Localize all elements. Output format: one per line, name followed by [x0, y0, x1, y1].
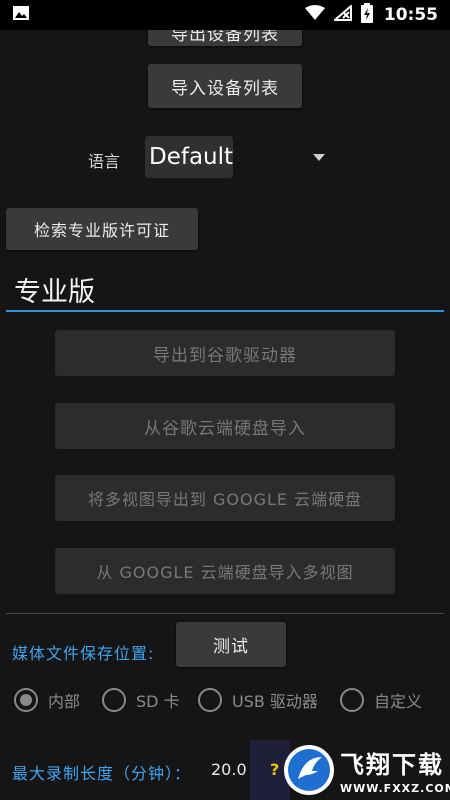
max-recording-value[interactable]: 20.0	[211, 760, 247, 779]
retrieve-license-button[interactable]: 检索专业版许可证	[6, 208, 198, 250]
radio-unchecked-icon	[198, 688, 222, 712]
export-multiview-button[interactable]: 将多视图导出到 GOOGLE 云端硬盘	[55, 475, 395, 521]
radio-unchecked-icon	[102, 688, 126, 712]
import-device-list-button[interactable]: 导入设备列表	[148, 64, 302, 108]
signal-icon	[332, 3, 352, 25]
radio-label: SD 卡	[136, 692, 180, 711]
watermark-title: 飞翔下载	[340, 751, 444, 779]
import-from-google-drive-button[interactable]: 从谷歌云端硬盘导入	[55, 403, 395, 449]
pro-section-title: 专业版	[14, 277, 95, 308]
status-bar: 10:55	[0, 0, 450, 30]
radio-label: USB 驱动器	[232, 692, 318, 711]
status-time: 10:55	[383, 5, 438, 25]
language-select[interactable]: Default	[145, 136, 233, 178]
radio-custom[interactable]: 自定义	[340, 688, 422, 712]
image-icon	[12, 5, 30, 25]
battery-charging-icon	[360, 3, 373, 27]
watermark-url: WWW.FXXZ.COM	[340, 782, 450, 795]
pro-section-header: 专业版	[6, 262, 444, 312]
media-location-label: 媒体文件保存位置:	[12, 644, 155, 663]
radio-unchecked-icon	[340, 688, 364, 712]
max-recording-label: 最大录制长度（分钟）：	[12, 764, 192, 783]
import-multiview-button[interactable]: 从 GOOGLE 云端硬盘导入多视图	[55, 548, 395, 594]
test-button[interactable]: 测试	[176, 622, 286, 667]
divider	[6, 613, 444, 614]
watermark-logo-icon	[282, 743, 336, 797]
language-label: 语言	[88, 152, 121, 171]
export-device-list-button[interactable]: 导出设备列表	[148, 30, 302, 46]
radio-checked-icon	[14, 688, 38, 712]
dropdown-arrow-icon[interactable]	[313, 154, 325, 161]
export-to-google-drive-button[interactable]: 导出到谷歌驱动器	[55, 330, 395, 376]
radio-label: 自定义	[374, 692, 423, 711]
radio-usb-drive[interactable]: USB 驱动器	[198, 688, 318, 712]
wifi-icon	[304, 5, 325, 25]
language-selected-value: Default	[149, 144, 234, 170]
settings-content[interactable]: 导出设备列表 导入设备列表 语言 Default 检索专业版许可证 专业版 导出…	[0, 30, 450, 800]
help-icon[interactable]: ?	[270, 760, 279, 779]
radio-label: 内部	[48, 692, 81, 711]
media-location-radio-group: 内部 SD 卡 USB 驱动器 自定义	[0, 688, 450, 722]
watermark: 飞翔下载 WWW.FXXZ.COM	[282, 740, 450, 800]
radio-internal[interactable]: 内部	[14, 688, 80, 712]
radio-sd-card[interactable]: SD 卡	[102, 688, 180, 712]
